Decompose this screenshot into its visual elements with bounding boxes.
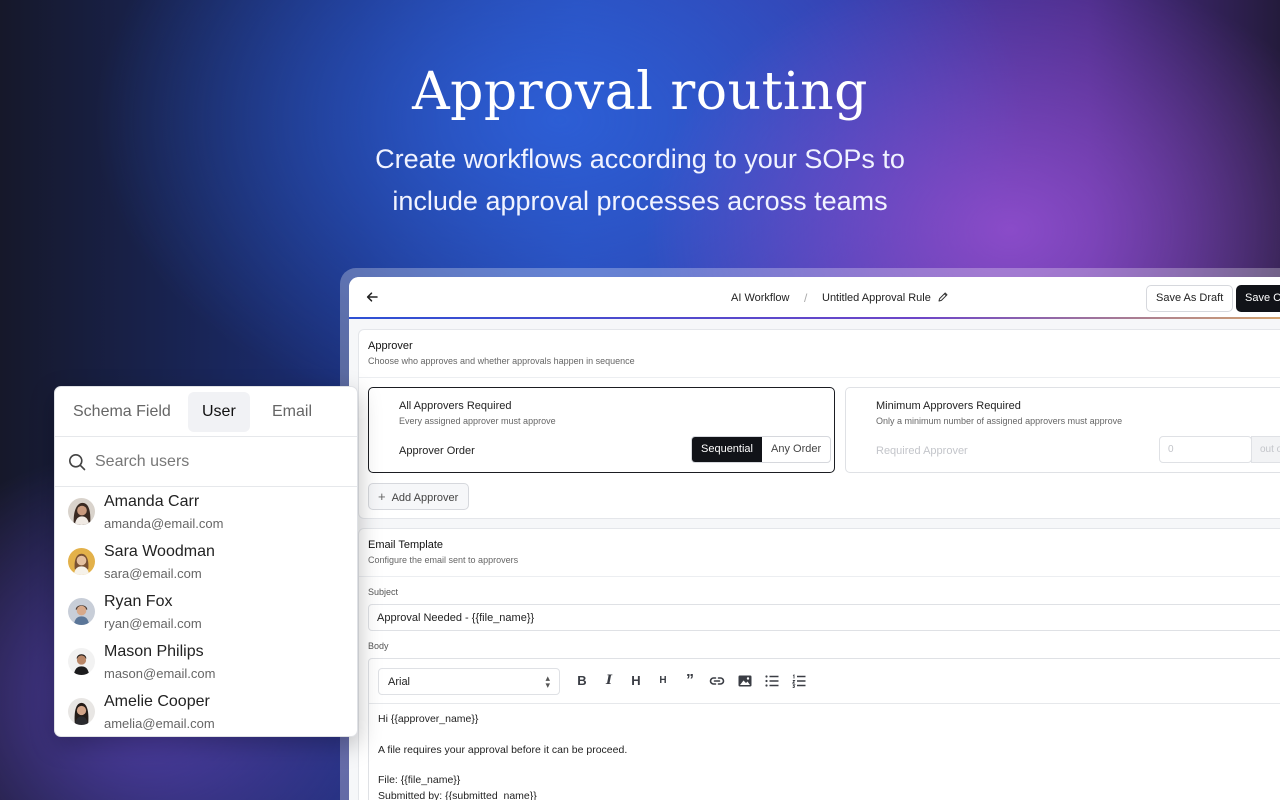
font-family-value: Arial	[388, 676, 411, 688]
email-body-text[interactable]: Hi {{approver_name}} A file requires you…	[369, 704, 1280, 800]
hero-subtitle-line-2: include approval processes across teams	[392, 186, 888, 216]
user-email: sara@email.com	[104, 566, 202, 581]
user-email: amanda@email.com	[104, 516, 224, 531]
minimum-approvers-option[interactable]: Minimum Approvers Required Only a minimu…	[845, 387, 1280, 473]
order-any-button[interactable]: Any Order	[762, 437, 830, 462]
user-email: amelia@email.com	[104, 716, 215, 731]
email-card-header: Email Template Configure the email sent …	[359, 529, 1280, 577]
chevron-up-down-icon: ▴ ▾	[545, 673, 550, 690]
search-icon	[69, 454, 86, 471]
add-approver-label: Add Approver	[391, 492, 459, 504]
approver-title: Approver	[368, 340, 413, 352]
minimum-approvers-title: Minimum Approvers Required	[876, 400, 1021, 412]
user-picker-popover: Schema Field User Email Amanda Carr aman…	[54, 386, 358, 737]
avatar	[68, 548, 95, 575]
breadcrumb-current: Untitled Approval Rule	[822, 292, 931, 304]
app-window: AI Workflow / Untitled Approval Rule Sav…	[349, 277, 1280, 800]
user-row-sara[interactable]: Sara Woodman sara@email.com	[55, 537, 357, 587]
avatar	[68, 698, 95, 725]
editor-toolbar: Arial ▴ ▾ B I H H ”	[369, 659, 1280, 704]
font-family-select[interactable]: Arial ▴ ▾	[378, 668, 560, 695]
minimum-approvers-description: Only a minimum number of assigned approv…	[876, 416, 1123, 426]
avatar	[68, 648, 95, 675]
top-bar-gradient-line	[349, 317, 1280, 319]
pencil-icon[interactable]	[937, 291, 949, 303]
tab-email[interactable]: Email	[258, 392, 326, 432]
body-editor: Arial ▴ ▾ B I H H ” Hi {{approver_name}}…	[368, 658, 1280, 800]
heading-2-icon[interactable]: H	[655, 673, 671, 689]
heading-1-icon[interactable]: H	[628, 673, 644, 689]
approver-description: Choose who approves and whether approval…	[368, 356, 635, 366]
subject-label: Subject	[368, 587, 399, 597]
user-name: Amelie Cooper	[104, 693, 210, 710]
body-line-submitted: Submitted by: {{submitted_name}}	[378, 789, 537, 800]
body-line-file: File: {{file_name}}	[378, 774, 461, 786]
search-users-input[interactable]	[95, 449, 335, 475]
all-approvers-description: Every assigned approver must approve	[399, 416, 556, 426]
avatar	[68, 598, 95, 625]
hero-title: Approval routing	[412, 62, 868, 122]
user-row-mason[interactable]: Mason Philips mason@email.com	[55, 637, 357, 687]
user-name: Amanda Carr	[104, 493, 200, 510]
user-email: ryan@email.com	[104, 616, 202, 631]
numbered-list-icon[interactable]	[791, 673, 807, 689]
quote-icon[interactable]: ”	[682, 673, 698, 689]
italic-icon[interactable]: I	[601, 673, 617, 689]
required-approver-input[interactable]: 0	[1159, 436, 1252, 463]
approver-order-toggle: Sequential Any Order	[691, 436, 832, 463]
top-bar: AI Workflow / Untitled Approval Rule Sav…	[349, 277, 1280, 319]
body-label: Body	[368, 641, 389, 651]
picker-tabs: Schema Field User Email	[55, 387, 357, 437]
user-search-row	[55, 437, 357, 487]
hero-subtitle-line-1: Create workflows according to your SOPs …	[375, 144, 905, 174]
breadcrumb-separator: /	[804, 291, 808, 305]
back-arrow-icon[interactable]	[365, 289, 379, 305]
save-changes-button[interactable]: Save Ch	[1236, 285, 1280, 312]
approver-order-label: Approver Order	[399, 445, 475, 457]
all-approvers-title: All Approvers Required	[399, 400, 512, 412]
required-approver-label: Required Approver	[876, 445, 968, 457]
image-icon[interactable]	[737, 673, 753, 689]
tab-schema-field[interactable]: Schema Field	[59, 392, 185, 432]
approver-card-header: Approver Choose who approves and whether…	[359, 330, 1280, 378]
user-row-amelie[interactable]: Amelie Cooper amelia@email.com	[55, 687, 357, 736]
plus-icon: +	[378, 489, 386, 504]
all-approvers-option[interactable]: All Approvers Required Every assigned ap…	[368, 387, 835, 473]
avatar	[68, 498, 95, 525]
email-template-card: Email Template Configure the email sent …	[358, 528, 1280, 800]
email-template-title: Email Template	[368, 539, 443, 551]
email-template-description: Configure the email sent to approvers	[368, 555, 519, 565]
user-row-ryan[interactable]: Ryan Fox ryan@email.com	[55, 587, 357, 637]
link-icon[interactable]	[709, 673, 725, 689]
user-email: mason@email.com	[104, 666, 216, 681]
user-name: Mason Philips	[104, 643, 204, 660]
user-name: Ryan Fox	[104, 593, 173, 610]
order-sequential-button[interactable]: Sequential	[692, 437, 762, 462]
body-line-greeting: Hi {{approver_name}}	[378, 713, 479, 725]
breadcrumb-parent[interactable]: AI Workflow	[731, 292, 789, 304]
tab-user[interactable]: User	[188, 392, 250, 432]
add-approver-button[interactable]: + Add Approver	[368, 483, 470, 510]
user-row-amanda[interactable]: Amanda Carr amanda@email.com	[55, 487, 357, 537]
bold-icon[interactable]: B	[574, 673, 590, 689]
required-approver-suffix: out o	[1251, 436, 1280, 463]
approver-card: Approver Choose who approves and whether…	[358, 329, 1280, 519]
hero-subtitle: Create workflows according to your SOPs …	[0, 138, 1280, 222]
save-as-draft-button[interactable]: Save As Draft	[1146, 285, 1234, 312]
body-line-message: A file requires your approval before it …	[378, 743, 628, 756]
bullet-list-icon[interactable]	[764, 673, 780, 689]
user-name: Sara Woodman	[104, 543, 215, 560]
subject-input[interactable]: Approval Needed - {{file_name}}	[368, 604, 1280, 631]
